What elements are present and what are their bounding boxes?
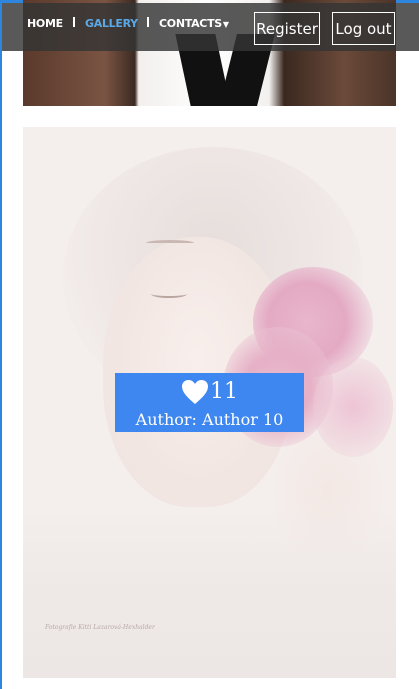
likes-row: 11 [115,379,304,405]
nav-gallery-link[interactable]: GALLERY [85,17,138,30]
photo-flower [313,357,393,457]
author-label: Author: Author 10 [135,410,284,429]
like-count: 11 [210,379,238,404]
photo-eye [151,290,187,298]
image-info-overlay: 11 Author: Author 10 [115,373,304,432]
nav-contacts-dropdown[interactable]: CONTACTS▼ [159,17,229,30]
frame-left-border [0,0,2,689]
caret-down-icon: ▼ [222,20,229,29]
logout-button[interactable]: Log out [332,12,395,45]
nav-separator [73,17,75,27]
register-button[interactable]: Register [254,12,320,45]
nav-home-link[interactable]: HOME [27,17,63,30]
heart-icon[interactable] [181,379,209,405]
nav-separator [147,17,149,27]
photo-fabric [23,507,396,678]
photo-watermark: Fotografie Kitti Lazarová-Hexhalder [45,624,155,631]
top-navbar: HOME GALLERY CONTACTS▼ Register Log out [2,3,419,51]
photo-eyebrow [146,240,194,246]
nav-contacts-label: CONTACTS [159,17,222,30]
